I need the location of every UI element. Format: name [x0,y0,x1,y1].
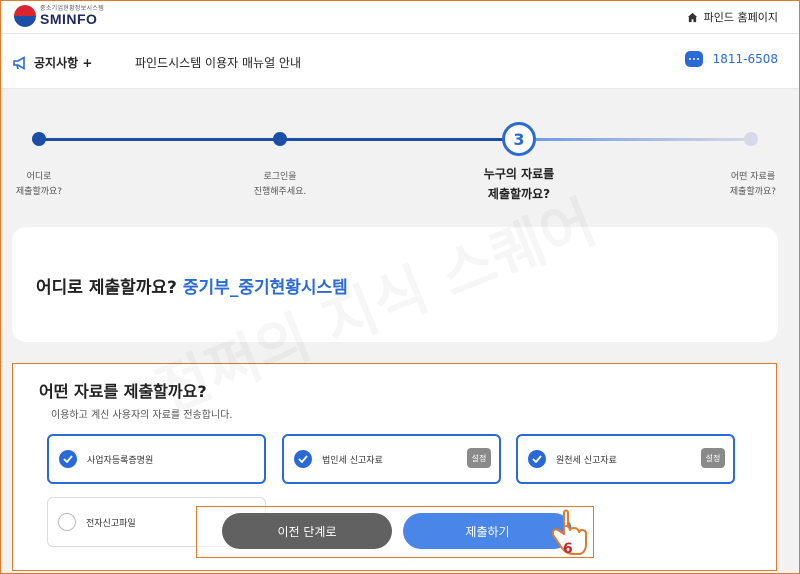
step-3-current: 3 [502,122,536,156]
option-business-registration[interactable]: 사업자등록증명원 [47,434,266,484]
unchecked-circle-icon [58,513,76,531]
annotation-step-number: 6 [563,541,573,557]
notice-bar: 공지사항 + 파인드시스템 이용자 매뉴얼 안내 1811-6508 [0,34,800,89]
withholding-tax-settings-button[interactable]: 설정 [701,448,725,468]
home-link-label: 파인드 홈페이지 [703,11,778,24]
sminfo-logo[interactable]: 중소기업현황정보시스템 SMINFO [14,5,104,27]
step-line-todo [536,138,751,141]
contact-phone[interactable]: 1811-6508 [684,51,778,67]
destination-card: 어디로 제출할까요? 중기부_중기현황시스템 [12,227,778,342]
step-4-label: 어떤 자료를 제출할까요? [729,172,777,197]
step-2-dot [273,132,287,146]
step-4-dot [744,132,758,146]
chat-icon [684,51,703,67]
destination-question: 어디로 제출할까요? 중기부_중기현황시스템 [36,278,348,298]
destination-answer: 중기부_중기현황시스템 [182,278,348,298]
find-homepage-link[interactable]: 파인드 홈페이지 [687,9,778,25]
logo-emblem-icon [14,5,36,27]
progress-stepper: 3 어디로 제출할까요? 로그인을 진행해주세요. 누구의 자료를 제출할까요? 어떤… [0,90,800,220]
step-line-done [38,138,504,141]
checkmark-icon [294,450,312,468]
home-icon [687,12,697,22]
option-label: 사업자등록증명원 [87,455,154,466]
option-label: 전자신고파일 [86,518,136,529]
documents-subtitle: 이용하고 계신 사용자의 자료를 전송합니다. [51,410,233,421]
step-2-label: 로그인을 진행해주세요. [253,172,307,197]
corporate-tax-settings-button[interactable]: 설정 [467,448,491,468]
step-1-label: 어디로 제출할까요? [15,172,63,197]
megaphone-icon [13,55,25,70]
top-header: 중소기업현황정보시스템 SMINFO 파인드 홈페이지 [0,0,800,34]
phone-number: 1811-6508 [712,52,778,66]
logo-title: SMINFO [40,11,98,27]
option-label: 원천세 신고자료 [556,455,617,466]
step-3-label: 누구의 자료를 제출할까요? [483,167,555,201]
option-withholding-tax[interactable]: 원천세 신고자료 설정 [516,434,735,484]
step-1-dot [32,132,46,146]
option-corporate-tax[interactable]: 법인세 신고자료 설정 [282,434,501,484]
option-label: 법인세 신고자료 [322,455,383,466]
checkmark-icon [59,450,77,468]
notice-label: 공지사항 + [34,56,93,70]
previous-step-button[interactable]: 이전 단계로 [222,513,392,549]
documents-question: 어떤 자료를 제출할까요? [39,382,207,401]
notice-title[interactable]: 파인드시스템 이용자 매뉴얼 안내 [135,54,301,71]
checkmark-icon [528,450,546,468]
notice-more-link[interactable]: 공지사항 + [12,54,92,71]
